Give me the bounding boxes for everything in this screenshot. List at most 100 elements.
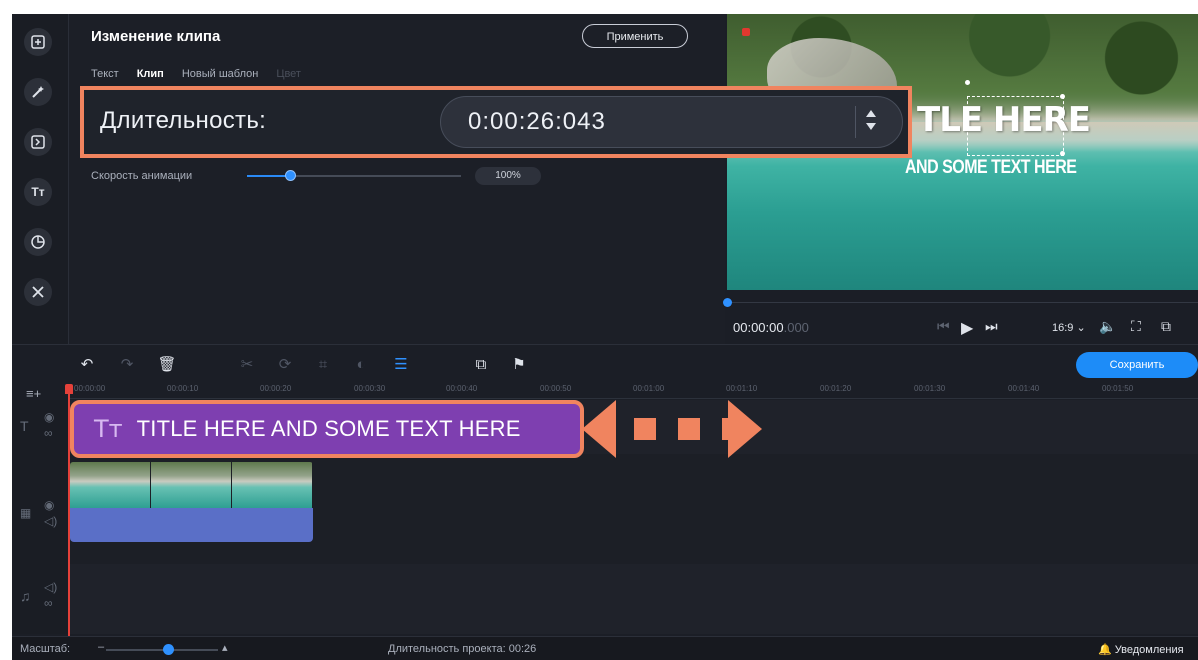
save-button[interactable]: Сохранить <box>1076 352 1198 378</box>
delete-icon[interactable]: 🗑 <box>157 355 176 373</box>
animation-speed-value[interactable]: 100% <box>475 167 541 185</box>
titles-button[interactable]: Tт <box>24 178 52 206</box>
ruler-tick: 00:00:10 <box>167 384 199 393</box>
duration-spinner[interactable] <box>855 106 878 138</box>
audio-clip[interactable] <box>70 508 313 542</box>
volume-icon[interactable]: 🔈 <box>1099 318 1116 335</box>
ruler-tick: 00:01:50 <box>1102 384 1134 393</box>
import-icon <box>31 35 45 49</box>
more-tools-button[interactable] <box>24 278 52 306</box>
color-adjust-icon[interactable]: ◐ <box>352 355 370 373</box>
cut-icon[interactable]: ✂ <box>238 355 256 373</box>
stickers-icon <box>31 235 45 249</box>
zoom-out-icon[interactable]: – <box>98 641 104 653</box>
magic-wand-icon <box>32 86 44 98</box>
timeline-toolbar: ↶ ↷ 🗑 ✂ ⟳ ⌗ ◐ ☰ ⧉ ⚑ Сохранить <box>12 344 1198 385</box>
resize-handle[interactable] <box>1060 94 1065 99</box>
undo-icon[interactable]: ↶ <box>78 355 96 373</box>
filters-button[interactable] <box>24 78 52 106</box>
visibility-icon[interactable]: ◉ <box>44 498 54 512</box>
mute-icon[interactable]: ◁) <box>44 580 57 594</box>
tab-new-template[interactable]: Новый шаблон <box>182 68 259 80</box>
transitions-button[interactable] <box>24 128 52 156</box>
preview-subtitle-text[interactable]: AND SOME TEXT HERE <box>905 157 1077 179</box>
skip-back-icon[interactable]: ⏮ <box>937 318 950 335</box>
player-controls: 00:00:00.000 ⏮ ▶ ⏭ 16:9 ⌄ 🔈 ⛶ ⧉ <box>723 290 1198 344</box>
ruler-tick: 00:00:40 <box>446 384 478 393</box>
skip-forward-icon[interactable]: ⏭ <box>985 318 998 335</box>
playback-progress[interactable] <box>723 298 1198 307</box>
duration-callout: Длительность: 0:00:26:043 <box>80 86 912 158</box>
ruler-tick: 00:00:30 <box>354 384 386 393</box>
link-icon[interactable]: ∞ <box>44 596 53 610</box>
drag-arrows-icon <box>582 400 762 458</box>
crop-icon[interactable]: ⌗ <box>314 355 332 373</box>
import-button[interactable] <box>24 28 52 56</box>
animation-speed-label: Скорость анимации <box>91 170 193 182</box>
mute-icon[interactable]: ◁) <box>44 514 57 528</box>
tab-color: Цвет <box>276 68 301 80</box>
more-tools-icon <box>32 286 44 298</box>
timecode-ms: .000 <box>783 320 809 335</box>
video-track-icon: ▦ <box>20 506 32 520</box>
resize-handle[interactable] <box>1060 151 1065 156</box>
ruler-tick: 00:00:20 <box>260 384 292 393</box>
rotate-icon[interactable]: ⟳ <box>276 355 294 373</box>
marker-flag-icon[interactable]: ⚑ <box>510 355 528 373</box>
transitions-icon <box>31 135 45 149</box>
ruler-tick: 00:00:00 <box>74 384 106 393</box>
insert-media-icon[interactable]: ⧉ <box>472 355 490 373</box>
music-track-icon: ♫ <box>20 588 31 604</box>
fit-screen-icon[interactable]: ⛶ <box>1131 318 1141 335</box>
title-clip-label: TITLE HERE AND SOME TEXT HERE <box>136 416 521 441</box>
ruler-tick: 00:00:50 <box>540 384 572 393</box>
video-clip[interactable] <box>70 462 313 508</box>
detach-preview-icon[interactable]: ⧉ <box>1161 318 1171 335</box>
zoom-slider[interactable] <box>106 644 218 655</box>
video-editor-window: Tт Изменение клипа Применить Текст Клип … <box>12 14 1198 660</box>
audio-track[interactable] <box>68 564 1198 634</box>
ruler-tick: 00:01:00 <box>633 384 665 393</box>
panel-tabs: Текст Клип Новый шаблон Цвет <box>91 68 301 80</box>
duration-label: Длительность: <box>100 107 267 134</box>
animation-speed-fill <box>247 175 290 177</box>
duration-value[interactable]: 0:00:26:043 <box>468 108 606 136</box>
duration-input[interactable]: 0:00:26:043 <box>440 96 903 148</box>
ruler-tick: 00:01:30 <box>914 384 946 393</box>
zoom-handle[interactable] <box>162 644 174 655</box>
add-track-icon[interactable]: ≡+ <box>26 386 41 401</box>
progress-handle[interactable] <box>723 298 732 307</box>
title-clip[interactable]: Tт TITLE HERE AND SOME TEXT HERE <box>70 400 584 458</box>
redo-icon[interactable]: ↷ <box>118 355 136 373</box>
notifications-button[interactable]: 🔔 Уведомления <box>1098 643 1184 656</box>
visibility-icon[interactable]: ◉ <box>44 410 54 424</box>
animation-speed-slider[interactable] <box>247 170 461 181</box>
clip-thumbnail <box>232 462 313 508</box>
increase-arrow-icon[interactable] <box>866 110 876 117</box>
stickers-button[interactable] <box>24 228 52 256</box>
decrease-arrow-icon[interactable] <box>866 123 876 130</box>
animation-speed-handle[interactable] <box>284 170 296 181</box>
apply-button[interactable]: Применить <box>582 24 688 48</box>
ruler-tick: 00:01:10 <box>726 384 758 393</box>
current-timecode: 00:00:00.000 <box>733 320 809 335</box>
clip-thumbnail <box>70 462 151 508</box>
bell-icon: 🔔 <box>1098 644 1112 656</box>
tab-clip[interactable]: Клип <box>137 68 164 80</box>
project-duration: Длительность проекта: 00:26 <box>388 643 537 655</box>
audio-track-header: ♫ ◁) ∞ <box>12 564 68 634</box>
link-icon[interactable]: ∞ <box>44 426 53 440</box>
panel-title: Изменение клипа <box>91 28 221 45</box>
ruler-tick: 00:01:40 <box>1008 384 1040 393</box>
titles-icon: Tт <box>94 415 123 443</box>
tab-text[interactable]: Текст <box>91 68 119 80</box>
tools-sidebar: Tт <box>12 14 69 344</box>
aspect-ratio-select[interactable]: 16:9 ⌄ <box>1052 321 1086 334</box>
zoom-in-icon[interactable]: ▴ <box>222 641 228 654</box>
title-selection-frame[interactable] <box>967 96 1064 156</box>
text-track-header: T ◉ ∞ <box>12 400 68 454</box>
clip-properties-icon[interactable]: ☰ <box>392 355 410 373</box>
play-icon[interactable]: ▶ <box>961 318 973 338</box>
resize-handle[interactable] <box>965 80 970 85</box>
text-track-icon: T <box>20 418 29 434</box>
